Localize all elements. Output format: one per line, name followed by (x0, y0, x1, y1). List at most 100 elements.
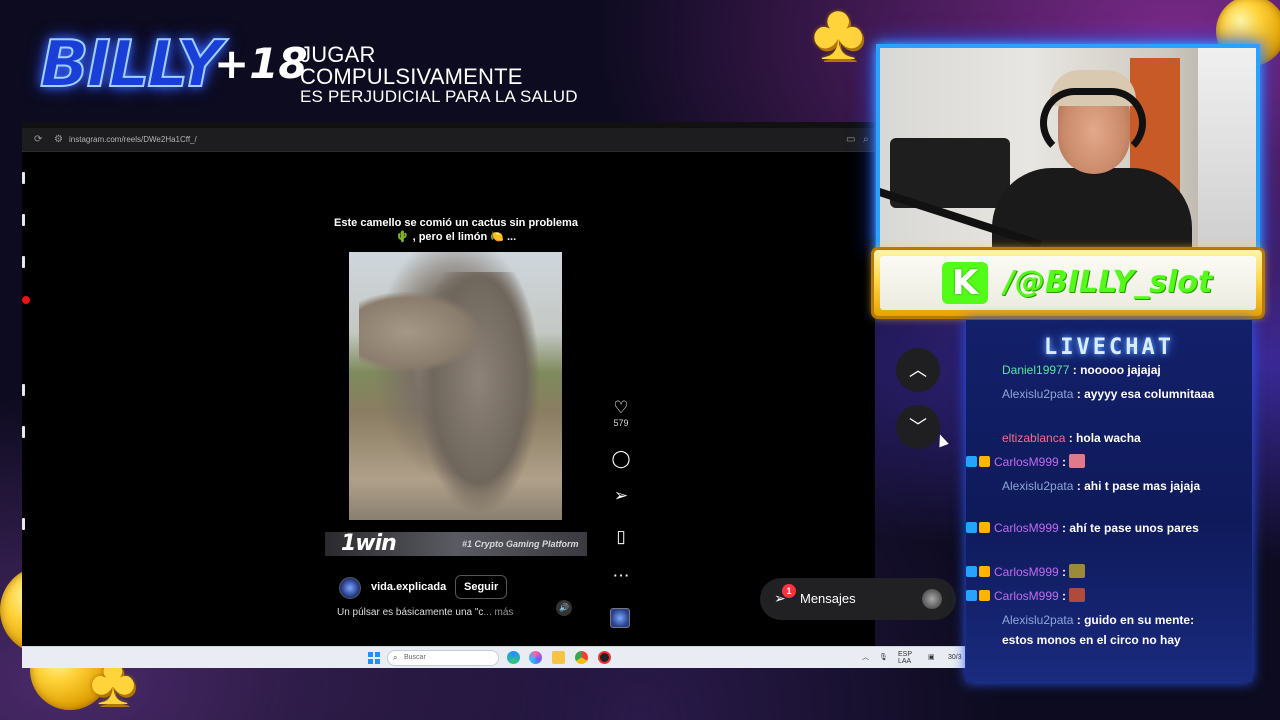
file-explorer-icon[interactable] (552, 651, 565, 664)
webcam-window-background (1198, 48, 1256, 248)
bookmark-icon: ▯ (616, 527, 626, 546)
more-link[interactable]: ... más (483, 607, 513, 618)
crown-badge-icon (979, 522, 990, 533)
audio-thumbnail[interactable] (610, 608, 630, 628)
author-avatar[interactable] (339, 577, 361, 599)
chat-username[interactable]: Alexislu2pata (1002, 613, 1073, 627)
network-icon[interactable]: ▣ (928, 651, 935, 665)
author-name[interactable]: vida.explicada (371, 580, 446, 594)
tray-date[interactable]: 30/3 (948, 651, 962, 665)
chat-message: CarlosM999 : ahí te pase unos pares (966, 518, 1216, 558)
browser-address-bar: ⟳ ⚙ instagram.com/reels/DWe2Ha1Cff_/ ▭ ⌕ (22, 128, 875, 152)
chat-username[interactable]: CarlosM999 (994, 521, 1059, 535)
chat-username[interactable]: Alexislu2pata (1002, 479, 1073, 493)
kick-logo-icon: K (942, 262, 988, 304)
follow-button[interactable]: Seguir (455, 575, 508, 599)
chat-message: Alexislu2pata : ayyyy esa columnitaaa (1002, 384, 1216, 424)
chat-separator: : (1073, 613, 1085, 627)
comment-button[interactable]: ◯ (610, 449, 632, 469)
live-chat-panel: LIVECHAT Daniel19977 : nooooo jajajaj Ale… (966, 320, 1252, 682)
reel-player[interactable]: Este camello se comió un cactus sin prob… (325, 166, 587, 632)
crown-badge-icon (979, 590, 990, 601)
next-reel-button[interactable]: ﹀ (896, 405, 940, 449)
previous-reel-button[interactable]: ︿ (896, 348, 940, 392)
like-button[interactable]: ♡ 579 (610, 398, 632, 429)
reel-caption-line-2: 🌵 , pero el limón 🍋 ... (395, 231, 517, 243)
chat-separator: : (1069, 363, 1081, 377)
warning-line-2: ES PERJUDICIAL PARA LA SALUD (300, 87, 578, 106)
chat-emote-icon (1069, 564, 1086, 578)
microphone-icon[interactable]: 🎙 (879, 651, 888, 665)
install-app-icon[interactable]: ▭ (846, 134, 855, 146)
share-button[interactable]: ➢ (610, 486, 632, 506)
chat-username[interactable]: CarlosM999 (994, 455, 1059, 469)
chat-username[interactable]: CarlosM999 (994, 589, 1059, 603)
nav-notification-dot[interactable] (22, 296, 30, 304)
chat-separator: : (1058, 589, 1070, 603)
chat-separator: : (1073, 387, 1085, 401)
site-info-icon[interactable]: ⚙ (54, 134, 63, 146)
windows-taskbar: ⌕ Buscar ︿ 🎙 ESP LAA ▣ 30/3 (22, 646, 965, 668)
messages-button[interactable]: ➢ 1 Mensajes (760, 578, 956, 620)
tray-chevron-icon[interactable]: ︿ (862, 651, 869, 665)
copilot-icon[interactable] (529, 651, 542, 664)
gambling-warning: JUGAR COMPULSIVAMENTE ES PERJUDICIAL PAR… (300, 44, 590, 106)
nav-search-icon[interactable] (22, 214, 25, 226)
subscriber-badge-icon (966, 566, 977, 577)
taskbar-search-placeholder: Buscar (404, 654, 426, 661)
reel-description-text: Un púlsar es básicamente una "c (337, 607, 484, 618)
chat-text: ahí te pase unos pares (1069, 521, 1199, 535)
chat-message: CarlosM999 : (966, 562, 1216, 582)
chat-text: nooooo jajajaj (1080, 363, 1161, 377)
chat-text: hola wacha (1076, 431, 1141, 445)
messages-avatar (922, 589, 942, 609)
chat-separator: : (1058, 521, 1070, 535)
ad-tagline: #1 Crypto Gaming Platform (462, 539, 579, 549)
url-field[interactable]: instagram.com/reels/DWe2Ha1Cff_/ (69, 134, 197, 146)
nav-explore-icon[interactable] (22, 256, 25, 268)
windows-start-icon[interactable] (368, 652, 380, 664)
heart-icon: ♡ (613, 398, 629, 417)
taskbar-search[interactable]: ⌕ Buscar (387, 650, 499, 666)
reload-icon[interactable]: ⟳ (34, 134, 42, 146)
chat-separator: : (1058, 565, 1070, 579)
chat-separator: : (1073, 479, 1085, 493)
nav-profile-icon[interactable] (22, 518, 25, 530)
camel-head (359, 292, 479, 372)
zoom-icon[interactable]: ⌕ (863, 134, 869, 146)
age-restriction-badge: +18 (214, 39, 308, 88)
nav-home-icon[interactable] (22, 172, 25, 184)
more-options-button[interactable]: ⋯ (610, 566, 632, 586)
search-icon: ⌕ (393, 653, 398, 662)
ad-banner: 1win #1 Crypto Gaming Platform (325, 532, 587, 556)
chat-username[interactable]: Alexislu2pata (1002, 387, 1073, 401)
chat-separator: : (1065, 431, 1077, 445)
chat-text: ahi t pase mas jajaja (1084, 479, 1201, 493)
send-icon: ➢ (613, 486, 629, 505)
chat-message: Daniel19977 : nooooo jajajaj (1002, 360, 1216, 380)
nav-messages-icon[interactable] (22, 426, 25, 438)
headset-icon (1040, 88, 1146, 158)
webcam-feed (876, 44, 1260, 252)
chat-username[interactable]: CarlosM999 (994, 565, 1059, 579)
edge-icon[interactable] (507, 651, 520, 664)
messages-badge: 1 (782, 584, 796, 598)
chrome-icon[interactable] (575, 651, 588, 664)
app-icon[interactable] (598, 651, 611, 664)
chat-emote-icon (1069, 588, 1086, 602)
chat-message: CarlosM999 : (966, 586, 1216, 606)
comment-icon: ◯ (611, 449, 631, 468)
nav-reels-icon[interactable] (22, 384, 25, 396)
ad-brand-logo: 1win (341, 531, 397, 556)
camel-video[interactable] (349, 252, 562, 520)
chat-username[interactable]: eltizablanca (1002, 431, 1065, 445)
subscriber-badge-icon (966, 456, 977, 467)
save-button[interactable]: ▯ (610, 527, 632, 547)
chat-username[interactable]: Daniel19977 (1002, 363, 1069, 377)
reel-caption-line-1: Este camello se comió un cactus sin prob… (334, 217, 578, 229)
tray-lang[interactable]: ESP LAA (898, 651, 914, 665)
volume-icon[interactable]: 🔊 (556, 600, 572, 616)
gold-club-decoration: ♣ (812, 0, 865, 76)
chat-text: ayyyy esa columnitaaa (1084, 387, 1215, 401)
subscriber-badge-icon (966, 522, 977, 533)
